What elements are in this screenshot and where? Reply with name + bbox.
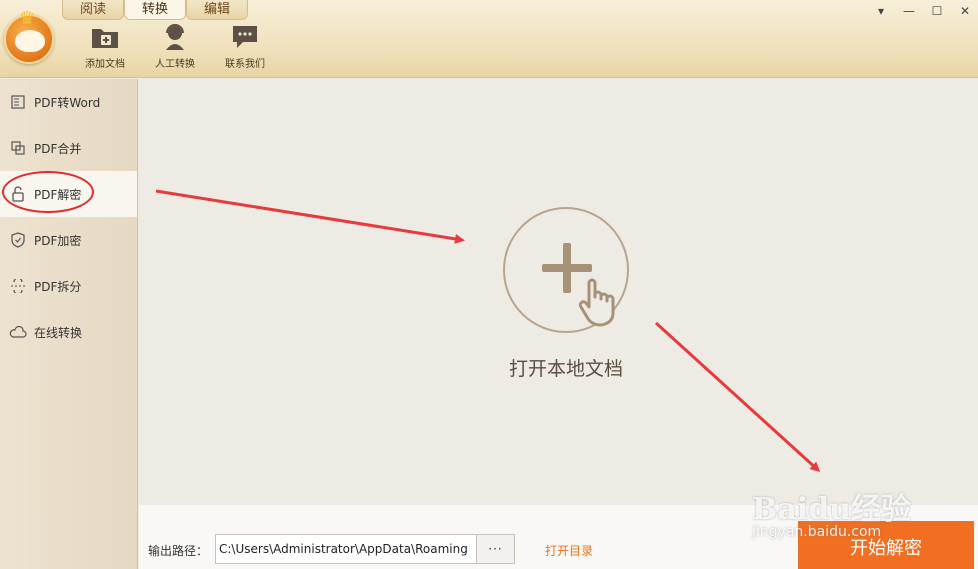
hand-pointer-icon — [578, 278, 615, 327]
tab-convert[interactable]: 转换 — [124, 0, 187, 20]
sidebar-item-pdf-split[interactable]: PDF拆分 — [0, 263, 137, 309]
open-local-document-label: 打开本地文档 — [508, 358, 623, 380]
title-bar: ♛ 阅读 转换 编辑 ▾ — ☐ ✕ 添加文档 人工转换 联系我们 — [0, 0, 978, 78]
open-local-document-button[interactable] — [503, 207, 629, 333]
sidebar-item-label: PDF合并 — [34, 141, 82, 156]
open-directory-link[interactable]: 打开目录 — [545, 542, 593, 559]
contact-us-label: 联系我们 — [225, 59, 265, 70]
annotation-circle — [2, 171, 94, 213]
chat-bubble-icon — [210, 22, 280, 52]
watermark: Baidu经验 jingyan.baidu.com — [752, 484, 911, 540]
tab-edit[interactable]: 编辑 — [186, 0, 249, 20]
shield-icon — [9, 231, 27, 249]
minimize-button[interactable]: — — [902, 4, 916, 18]
manual-convert-button[interactable]: 人工转换 — [140, 22, 210, 70]
sidebar-item-label: PDF加密 — [34, 233, 82, 248]
close-button[interactable]: ✕ — [958, 4, 972, 18]
sidebar-item-pdf-decrypt[interactable]: PDF解密 — [0, 171, 137, 217]
sidebar-item-online-convert[interactable]: 在线转换 — [0, 309, 137, 355]
sidebar-item-pdf-encrypt[interactable]: PDF加密 — [0, 217, 137, 263]
tab-read[interactable]: 阅读 — [62, 0, 125, 20]
main-panel: 打开本地文档 — [139, 79, 978, 505]
word-doc-icon — [9, 93, 27, 111]
crown-icon: ♛ — [19, 8, 36, 29]
merge-icon — [9, 139, 27, 157]
output-path-label: 输出路径： — [148, 544, 209, 558]
sidebar-item-pdf-merge[interactable]: PDF合并 — [0, 125, 137, 171]
sidebar-item-label: 在线转换 — [34, 325, 83, 340]
cloud-icon — [9, 323, 27, 341]
mascot-face — [15, 30, 45, 52]
browse-button[interactable]: ··· — [476, 535, 514, 563]
manual-convert-label: 人工转换 — [155, 59, 195, 70]
toolbar: 添加文档 人工转换 联系我们 — [70, 22, 280, 70]
split-icon — [9, 277, 27, 295]
add-document-label: 添加文档 — [85, 59, 125, 70]
sidebar-item-label: PDF转Word — [34, 95, 101, 110]
main-tabs: 阅读 转换 编辑 — [62, 0, 249, 20]
app-logo: ♛ — [4, 8, 54, 64]
menu-dropdown-icon[interactable]: ▾ — [874, 4, 888, 18]
output-path-field: ··· — [215, 534, 515, 564]
window-controls: ▾ — ☐ ✕ — [874, 4, 972, 18]
add-document-button[interactable]: 添加文档 — [70, 22, 140, 70]
support-agent-icon — [140, 22, 210, 52]
sidebar-item-pdf-to-word[interactable]: PDF转Word — [0, 79, 137, 125]
add-folder-icon — [70, 22, 140, 52]
output-path-input[interactable] — [219, 535, 474, 563]
contact-us-button[interactable]: 联系我们 — [210, 22, 280, 70]
maximize-button[interactable]: ☐ — [930, 4, 944, 18]
watermark-brand: Baidu经验 — [752, 492, 911, 527]
sidebar-item-label: PDF拆分 — [34, 279, 82, 294]
sidebar: PDF转Word PDF合并 PDF解密 PDF加密 PDF拆分 在线转换 — [0, 79, 138, 569]
